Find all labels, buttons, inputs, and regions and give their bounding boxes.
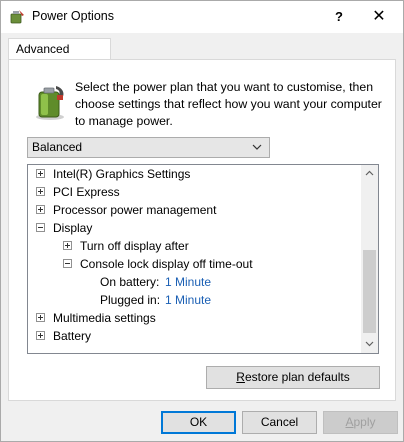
vertical-scrollbar[interactable]: [361, 165, 378, 353]
tree-item-label: Turn off display after: [80, 239, 189, 253]
expand-plus-icon[interactable]: [36, 205, 45, 214]
collapse-minus-icon[interactable]: [63, 259, 72, 268]
title-bar: Power Options ? ✕: [1, 1, 403, 33]
tree-item-label: Multimedia settings: [53, 311, 156, 325]
intro-text: Select the power plan that you want to c…: [75, 80, 382, 128]
power-plan-value: Balanced: [32, 140, 83, 154]
tree-item-label: Console lock display off time-out: [80, 257, 253, 271]
tree-item-label: Display: [53, 221, 93, 235]
tree-item-label: Plugged in:: [100, 293, 161, 307]
collapse-minus-icon[interactable]: [36, 223, 45, 232]
close-button[interactable]: ✕: [361, 1, 397, 33]
tree-item-multimedia[interactable]: Multimedia settings: [28, 309, 358, 327]
window-title: Power Options: [32, 9, 114, 23]
tree-item-processor-power[interactable]: Processor power management: [28, 201, 358, 219]
tab-advanced-settings[interactable]: Advanced settings: [8, 38, 111, 77]
ok-button[interactable]: OK: [161, 411, 236, 434]
apply-label: pply: [353, 415, 376, 429]
tree-item-plugged-in[interactable]: Plugged in: 1 Minute: [28, 291, 358, 309]
tree-item-turn-off-display[interactable]: Turn off display after: [28, 237, 358, 255]
help-button[interactable]: ?: [321, 1, 357, 33]
tree-item-on-battery[interactable]: On battery: 1 Minute: [28, 273, 358, 291]
tree-item-label: Processor power management: [53, 203, 217, 217]
settings-tree[interactable]: Intel(R) Graphics Settings PCI Express P…: [27, 164, 379, 354]
restore-label: estore plan defaults: [244, 370, 350, 384]
scroll-thumb[interactable]: [363, 250, 376, 333]
tree-item-intel-graphics[interactable]: Intel(R) Graphics Settings: [28, 165, 358, 183]
tree-item-pci-express[interactable]: PCI Express: [28, 183, 358, 201]
tree-item-battery[interactable]: Battery: [28, 327, 358, 345]
expand-plus-icon[interactable]: [63, 241, 72, 250]
restore-mnemonic: R: [236, 370, 245, 384]
tree-item-label: On battery:: [100, 275, 160, 289]
scroll-down-arrow-icon[interactable]: [361, 336, 378, 353]
tree-item-label: Intel(R) Graphics Settings: [53, 167, 191, 181]
tree-item-display[interactable]: Display: [28, 219, 358, 237]
expand-plus-icon[interactable]: [36, 187, 45, 196]
restore-plan-defaults-button[interactable]: Restore plan defaults: [206, 366, 380, 389]
scroll-up-arrow-icon[interactable]: [361, 165, 378, 182]
plugged-in-value[interactable]: 1 Minute: [165, 291, 211, 309]
power-options-dialog: Power Options ? ✕ Advanced settings Sele…: [0, 0, 404, 442]
power-options-icon: [10, 10, 24, 24]
expand-plus-icon[interactable]: [36, 169, 45, 178]
apply-button[interactable]: Apply: [323, 411, 398, 434]
cancel-button[interactable]: Cancel: [242, 411, 317, 434]
expand-plus-icon[interactable]: [36, 331, 45, 340]
apply-mnemonic: A: [345, 415, 354, 429]
battery-icon: [36, 86, 64, 120]
tree-item-label: Battery: [53, 329, 92, 343]
chevron-down-icon: [252, 144, 262, 150]
power-plan-select[interactable]: Balanced: [27, 137, 270, 158]
advanced-settings-panel: Select the power plan that you want to c…: [8, 59, 396, 401]
tree-item-console-lock[interactable]: Console lock display off time-out: [28, 255, 358, 273]
tree-item-label: PCI Express: [53, 185, 120, 199]
expand-plus-icon[interactable]: [36, 313, 45, 322]
on-battery-value[interactable]: 1 Minute: [165, 273, 211, 291]
